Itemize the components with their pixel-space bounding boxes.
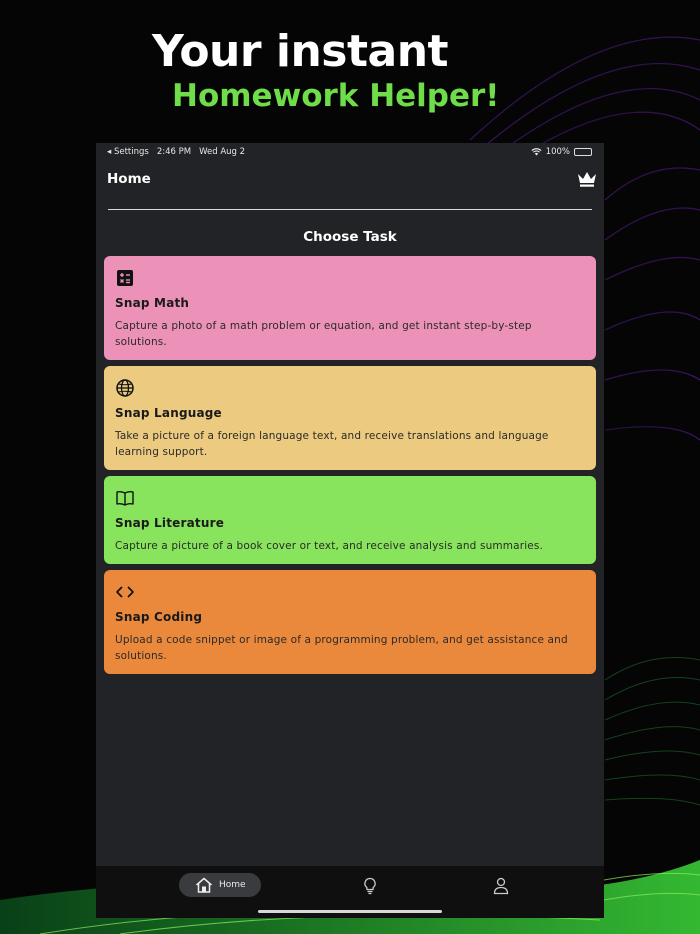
status-time: 2:46 PM <box>156 147 192 157</box>
header-divider <box>108 209 592 210</box>
battery-percent: 100% <box>545 147 570 157</box>
task-list: Snap Math Capture a photo of a math prob… <box>104 256 596 680</box>
tab-bar: Home <box>96 866 604 918</box>
home-indicator <box>258 910 442 913</box>
section-title: Choose Task <box>303 229 397 245</box>
task-description: Capture a picture of a book cover or tex… <box>115 540 543 552</box>
tab-home[interactable]: Home <box>179 873 261 897</box>
page-title: Home <box>107 171 151 187</box>
task-title: Snap Language <box>115 406 222 420</box>
promo-subtitle: Homework Helper! <box>172 78 500 114</box>
tab-home-label: Home <box>219 880 246 890</box>
status-date: Wed Aug 2 <box>199 147 246 157</box>
task-card-snap-coding[interactable]: Snap Coding Upload a code snippet or ima… <box>104 570 596 674</box>
task-card-snap-literature[interactable]: Snap Literature Capture a picture of a b… <box>104 476 596 564</box>
calculator-icon <box>117 270 133 286</box>
status-bar: ◂ Settings 2:46 PM Wed Aug 2 100% <box>96 143 604 161</box>
task-title: Snap Coding <box>115 610 203 624</box>
app-screen: ◂ Settings 2:46 PM Wed Aug 2 100% Home C… <box>96 143 604 918</box>
task-card-snap-math[interactable]: Snap Math Capture a photo of a math prob… <box>104 256 596 360</box>
book-icon <box>116 490 134 506</box>
promo-title: Your instant <box>152 26 449 77</box>
lightbulb-icon[interactable] <box>362 877 378 895</box>
person-icon[interactable] <box>493 877 509 895</box>
nav-bar: Home <box>96 165 604 211</box>
task-description: Upload a code snippet or image of a prog… <box>115 634 568 662</box>
wifi-icon <box>531 148 542 156</box>
task-description: Take a picture of a foreign language tex… <box>115 430 549 458</box>
globe-icon <box>116 379 134 397</box>
task-card-snap-language[interactable]: Snap Language Take a picture of a foreig… <box>104 366 596 470</box>
task-description: Capture a photo of a math problem or equ… <box>115 320 532 348</box>
battery-icon <box>574 148 592 156</box>
task-title: Snap Math <box>115 296 190 310</box>
crown-icon[interactable] <box>577 170 597 188</box>
home-icon <box>196 877 212 893</box>
code-icon <box>116 586 134 598</box>
task-title: Snap Literature <box>115 516 225 530</box>
back-to-settings-link[interactable]: ◂ Settings <box>107 147 149 157</box>
